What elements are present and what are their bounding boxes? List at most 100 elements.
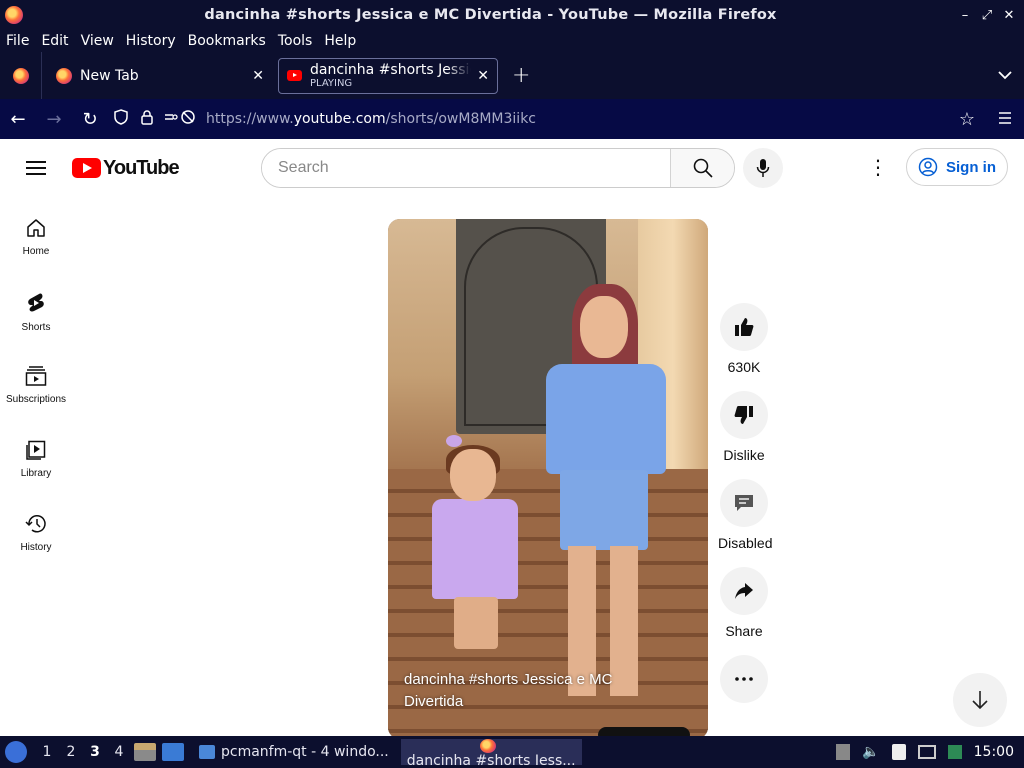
dislike-action: Dislike [718,391,770,479]
sidebar-item-label: History [20,542,52,553]
library-icon [26,440,46,460]
new-tab-button[interactable]: + [512,63,530,88]
desktop-launcher-icon[interactable] [162,743,184,761]
shorts-icon [28,293,44,312]
folder-icon [199,745,215,759]
sidebar-item-library[interactable]: Library [0,432,72,506]
close-icon[interactable]: ✕ [252,68,264,84]
workspace-3[interactable]: 3 [83,744,107,760]
window-titlebar: dancinha #shorts Jessica e MC Divertida … [0,0,1024,30]
youtube-logo[interactable]: YouTube [72,156,180,180]
minimize-button[interactable]: – [958,8,972,23]
comments-icon [735,495,753,511]
menu-tools[interactable]: Tools [272,33,319,49]
comments-action: Disabled [718,479,773,567]
shorts-video-player[interactable]: dancinha #shorts Jessica e MC Divertida [388,219,708,739]
clipboard-icon[interactable] [891,744,906,760]
history-icon [25,515,46,533]
reload-button[interactable]: ↻ [72,109,108,130]
search-button[interactable] [670,149,734,187]
sidebar-item-history[interactable]: History [0,506,72,580]
menu-bookmarks[interactable]: Bookmarks [182,33,272,49]
comments-button[interactable] [720,479,768,527]
like-icon [735,318,754,336]
sidebar-item-label: Shorts [21,322,51,333]
workspace-2[interactable]: 2 [59,744,83,760]
workspace-1[interactable]: 1 [35,744,59,760]
file-manager-launcher-icon[interactable] [134,743,156,761]
menu-history[interactable]: History [120,33,182,49]
firefox-icon [5,6,23,24]
system-taskbar: 1 2 3 4 pcmanfm-qt - 4 windo... dancinha… [0,736,1024,768]
close-window-button[interactable]: ✕ [1002,8,1016,23]
menu-view[interactable]: View [75,33,120,49]
tab-youtube[interactable]: dancinha #shorts Jessica e MC Divertida … [278,57,498,94]
sidebar-item-home[interactable]: Home [0,210,72,284]
firefox-icon [480,739,497,753]
menu-file[interactable]: File [0,33,35,49]
sign-in-label: Sign in [946,158,996,176]
dislike-icon [734,406,753,424]
firefox-icon [12,67,29,84]
menu-edit[interactable]: Edit [35,33,74,49]
sidebar-item-subscriptions[interactable]: Subscriptions [0,358,72,432]
comments-label: Disabled [718,535,773,551]
sign-in-button[interactable]: Sign in [906,148,1008,186]
like-button[interactable] [720,303,768,351]
sidebar-item-label: Library [20,468,52,479]
shorts-action-rail: 630K Dislike Disabled Share [718,303,773,703]
like-action: 630K [718,303,770,391]
search-input[interactable] [262,149,670,187]
youtube-play-icon [72,158,101,178]
navigation-toolbar: ← → ↻ https://www.youtube.com/shorts/owM… [0,99,1024,139]
network-icon[interactable] [917,745,936,759]
youtube-logo-text: YouTube [103,156,180,179]
taskbar-window-pcmanfm[interactable]: pcmanfm-qt - 4 windo... [193,739,395,765]
next-video-button[interactable] [953,673,1007,727]
video-scene-person [546,284,666,714]
clock[interactable]: 15:00 [974,744,1014,760]
dislike-label: Dislike [723,447,765,463]
volume-icon[interactable]: 🔈 [862,744,879,760]
shield-icon[interactable] [108,109,134,129]
list-tabs-chevron-icon[interactable] [998,68,1012,84]
taskbar-window-firefox[interactable]: dancinha #shorts Jess... [400,739,582,765]
back-button[interactable]: ← [0,109,36,130]
lock-icon[interactable] [134,109,160,129]
tab-playing-status: PLAYING [310,78,353,89]
home-icon [27,219,45,237]
youtube-header: YouTube ⋮ Sign in [0,139,1024,197]
search-icon [693,158,713,178]
update-icon[interactable] [947,745,962,759]
video-title[interactable]: dancinha #shorts Jessica e MC Divertida [404,669,654,713]
more-button[interactable] [720,655,768,703]
settings-more-icon[interactable]: ⋮ [866,157,890,177]
guide-menu-icon[interactable] [26,161,46,175]
share-action: Share [718,567,770,655]
close-icon[interactable]: ✕ [477,68,489,84]
subscriptions-icon [25,366,47,386]
system-tray: 🔈 15:00 [836,744,1014,760]
up-arrow-icon[interactable] [836,744,851,760]
guide-sidebar: Home Shorts Subscriptions Library Histor… [0,210,72,580]
forward-button[interactable]: → [36,109,72,130]
sidebar-item-shorts[interactable]: Shorts [0,284,72,358]
start-menu-icon[interactable] [5,741,27,763]
dislike-button[interactable] [720,391,768,439]
share-button[interactable] [720,567,768,615]
tab-label: dancinha #shorts Jessica e MC Divertida [310,62,471,78]
microphone-icon [756,159,770,177]
voice-search-button[interactable] [743,148,783,188]
workspace-4[interactable]: 4 [107,744,131,760]
search-box [261,148,735,188]
url-bar[interactable]: https://www.youtube.com/shorts/owM8MM3ii… [206,111,948,127]
firefox-view-button[interactable] [0,52,42,99]
bookmark-star-icon[interactable]: ☆ [948,109,986,130]
app-menu-icon[interactable] [986,110,1024,128]
maximize-button[interactable]: ⤢ [980,8,994,23]
sidebar-item-label: Home [22,246,50,257]
tab-new-tab[interactable]: New Tab ✕ [48,58,272,94]
menu-help[interactable]: Help [318,33,362,49]
arrow-down-icon [972,691,988,710]
permissions-icon[interactable] [160,109,200,129]
